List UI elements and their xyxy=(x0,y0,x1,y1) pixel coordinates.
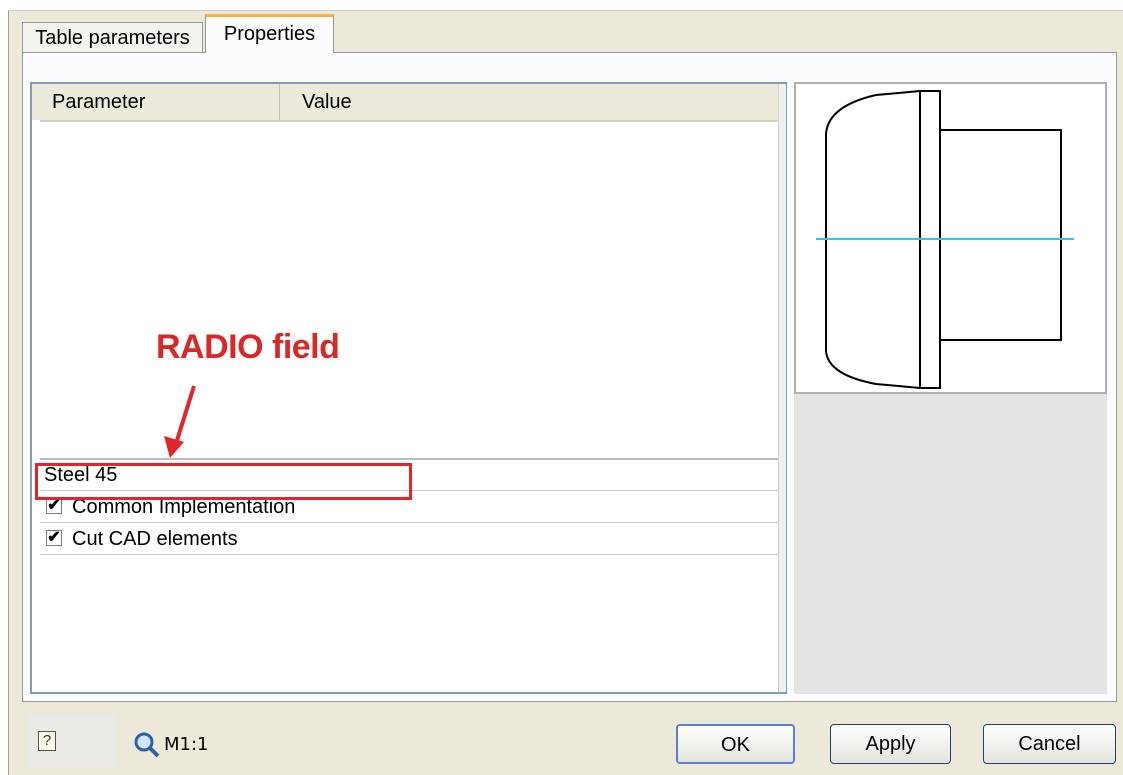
help-button[interactable]: ? xyxy=(27,714,117,768)
apply-button[interactable]: Apply xyxy=(830,724,951,764)
cut-cad-elements-checkbox[interactable]: ✔ xyxy=(46,530,62,546)
annotation-label: RADIO field xyxy=(156,328,340,366)
grid-header: Parameter Value xyxy=(32,84,778,122)
part-preview-drawing xyxy=(816,90,1074,389)
cut-cad-elements-label: Cut CAD elements xyxy=(72,528,238,550)
magnifier-icon[interactable] xyxy=(133,731,161,759)
column-header-parameter[interactable]: Parameter xyxy=(32,84,280,120)
property-grid: Parameter Value Steel 45 ✔ Common Implem… xyxy=(30,82,787,694)
scale-indicator: M1:1 xyxy=(164,734,209,755)
ok-button[interactable]: OK xyxy=(676,724,795,764)
common-implementation-checkbox[interactable]: ✔ xyxy=(46,498,62,514)
preview-empty-area xyxy=(794,394,1107,694)
help-icon: ? xyxy=(38,731,56,751)
part-preview xyxy=(794,82,1107,394)
annotation-arrow-icon xyxy=(164,385,196,458)
column-header-value[interactable]: Value xyxy=(282,84,776,120)
grid-vertical-scrollbar[interactable] xyxy=(778,84,786,692)
tab-properties[interactable]: Properties xyxy=(205,14,334,53)
tab-table-parameters[interactable]: Table parameters xyxy=(22,22,203,52)
grid-left-gutter xyxy=(32,120,40,692)
annotation-highlight-box xyxy=(35,463,412,500)
part-shank-outline xyxy=(940,129,1062,341)
cancel-button[interactable]: Cancel xyxy=(983,724,1116,764)
option-row-cut-cad-elements[interactable]: ✔ Cut CAD elements xyxy=(40,524,778,555)
